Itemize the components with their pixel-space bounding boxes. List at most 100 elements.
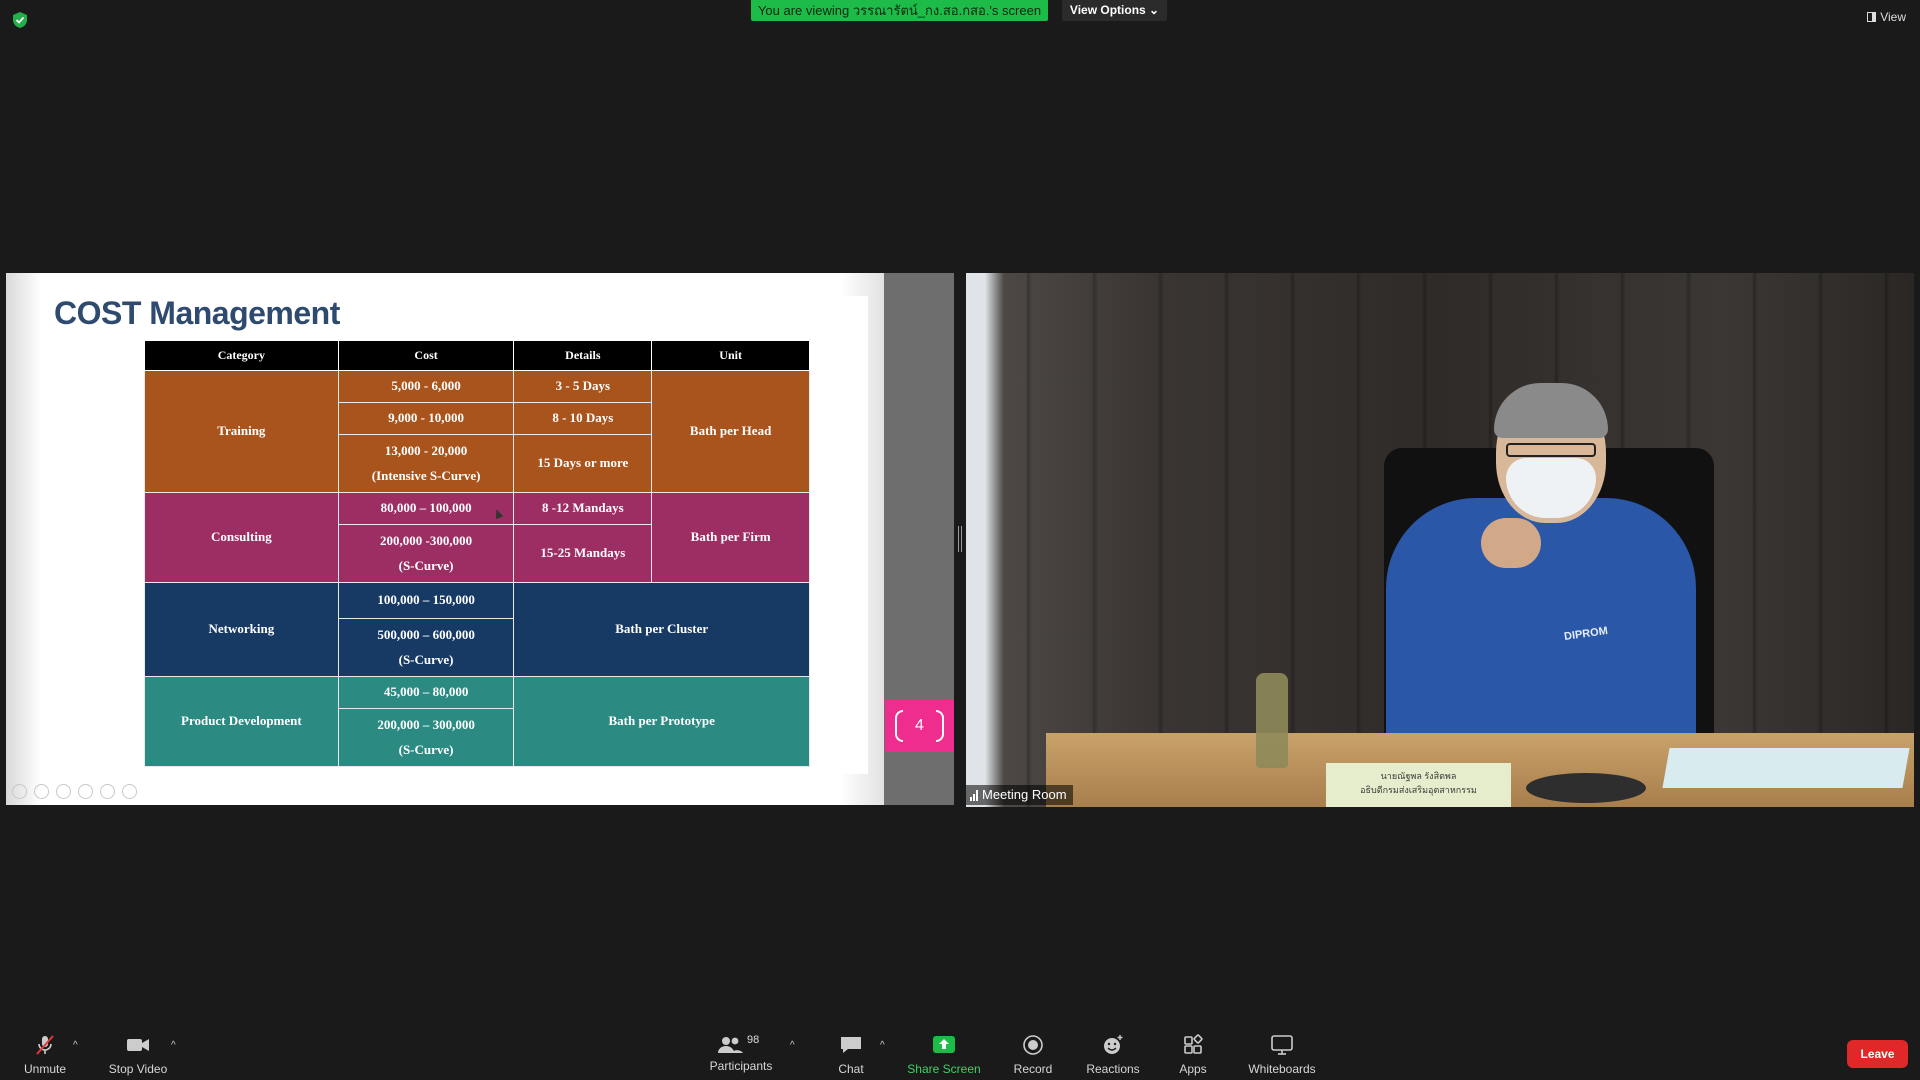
leave-button[interactable]: Leave <box>1847 1040 1908 1068</box>
muted-microphone-icon <box>36 1035 54 1055</box>
cost-note: (S-Curve) <box>398 557 454 573</box>
participants-options-chevron-icon[interactable]: ^ <box>790 1040 800 1051</box>
view-button[interactable]: View <box>1867 10 1906 24</box>
slides-grid-icon[interactable] <box>78 784 93 799</box>
header-details: Details <box>513 340 653 371</box>
name-plate-line1: นายณัฐพล รังสิตพล <box>1380 771 1457 781</box>
unit-networking: Bath per Cluster <box>513 582 810 677</box>
chat-label: Chat <box>838 1062 864 1076</box>
apps-icon <box>1184 1034 1203 1054</box>
chat-bubble-icon <box>841 1037 861 1053</box>
whiteboards-label: Whiteboards <box>1248 1062 1316 1076</box>
bottle <box>1256 673 1288 768</box>
cost-note: (S-Curve) <box>398 651 454 667</box>
view-button-label: View <box>1880 10 1906 24</box>
stop-video-button[interactable]: Stop Video <box>93 1034 183 1076</box>
chat-options-chevron-icon[interactable]: ^ <box>880 1040 890 1051</box>
details-cell: 3 - 5 Days <box>513 370 653 403</box>
whiteboards-button[interactable]: Whiteboards <box>1237 1034 1327 1076</box>
details-cell: 8 -12 Mandays <box>513 492 653 525</box>
unmute-label: Unmute <box>23 1062 67 1076</box>
cost-value: 500,000 – 600,000 <box>377 626 475 642</box>
participant-name: Meeting Room <box>982 787 1067 802</box>
participants-label: Participants <box>709 1059 773 1073</box>
signal-strength-icon <box>970 789 978 801</box>
microphone-base <box>1526 773 1646 803</box>
unit-training: Bath per Head <box>651 370 810 493</box>
more-options-icon[interactable] <box>122 784 137 799</box>
share-screen-icon <box>933 1036 955 1053</box>
cost-note: (Intensive S-Curve) <box>371 467 481 483</box>
slide-title: COST Management <box>54 295 340 331</box>
participants-button[interactable]: 98 Participants <box>696 1034 786 1073</box>
video-options-chevron-icon[interactable]: ^ <box>171 1040 181 1051</box>
prev-slide-icon[interactable] <box>12 784 27 799</box>
presentation-slide: COST Management Category Cost Details Un… <box>6 273 884 805</box>
security-shield-icon[interactable] <box>12 11 28 29</box>
header-unit: Unit <box>651 340 810 371</box>
cost-cell: 200,000 -300,000 (S-Curve) <box>337 524 515 583</box>
reactions-smiley-icon <box>1104 1035 1123 1054</box>
cost-cell: 9,000 - 10,000 <box>337 402 515 435</box>
category-training: Training <box>144 370 339 493</box>
view-layout-icon <box>1867 12 1877 22</box>
participants-count: 98 <box>747 1034 760 1046</box>
bracket-right-icon <box>936 710 944 742</box>
shared-screen[interactable]: COST Management Category Cost Details Un… <box>6 273 954 805</box>
table-row: Consulting 80,000 – 100,000 8 -12 Manday… <box>144 492 810 583</box>
details-cell: 8 - 10 Days <box>513 402 653 435</box>
pen-icon[interactable] <box>56 784 71 799</box>
apps-button[interactable]: Apps <box>1148 1034 1238 1076</box>
details-cell: 15 Days or more <box>513 434 653 493</box>
cost-note: (S-Curve) <box>398 741 454 757</box>
video-tile-label: Meeting Room <box>966 785 1073 805</box>
stop-video-label: Stop Video <box>108 1062 168 1076</box>
speaker-body <box>1386 498 1696 748</box>
cost-value: 13,000 - 20,000 <box>384 442 468 458</box>
unit-consulting: Bath per Firm <box>651 492 810 583</box>
slide-nav-toolbar <box>12 784 137 799</box>
header-category: Category <box>144 340 339 371</box>
name-plate: นายณัฐพล รังสิตพล อธิบดีกรมส่งเสริมอุตสา… <box>1326 763 1511 807</box>
slide-page-number: 4 <box>915 717 924 734</box>
viewing-screen-banner: You are viewing วรรณารัตน์_กง.สอ.กสอ.'s … <box>751 0 1048 21</box>
reactions-label: Reactions <box>1086 1062 1140 1076</box>
record-label: Record <box>1013 1062 1053 1076</box>
name-plate-line2: อธิบดีกรมส่งเสริมอุตสาหกรรม <box>1360 785 1477 795</box>
cost-cell: 45,000 – 80,000 <box>337 676 515 709</box>
video-camera-icon <box>127 1039 149 1051</box>
divider-drag-handle-icon[interactable] <box>958 526 962 552</box>
record-icon <box>1023 1035 1043 1055</box>
header-cost: Cost <box>337 340 515 371</box>
table-row: Training 5,000 - 6,000 3 - 5 Days Bath p… <box>144 370 810 493</box>
share-screen-label: Share Screen <box>907 1062 981 1076</box>
table-row: Networking 100,000 – 150,000 Bath per Cl… <box>144 582 810 677</box>
next-slide-icon[interactable] <box>34 784 49 799</box>
share-screen-button[interactable]: Share Screen <box>899 1034 989 1076</box>
category-consulting: Consulting <box>144 492 339 583</box>
details-cell: 15-25 Mandays <box>513 524 653 583</box>
category-product-development: Product Development <box>144 676 339 767</box>
reactions-button[interactable]: Reactions <box>1068 1034 1158 1076</box>
cost-table: Category Cost Details Unit Training 5,00… <box>144 340 810 767</box>
slide-page-badge: 4 <box>885 700 954 752</box>
zoom-meeting-window: You are viewing วรรณารัตน์_กง.สอ.กสอ.'s … <box>0 0 1920 1080</box>
table-row: Product Development 45,000 – 80,000 Bath… <box>144 676 810 767</box>
zoom-icon[interactable] <box>100 784 115 799</box>
bracket-left-icon <box>895 710 903 742</box>
category-networking: Networking <box>144 582 339 677</box>
audio-options-chevron-icon[interactable]: ^ <box>73 1040 83 1051</box>
view-options-button[interactable]: View Options ⌄ <box>1062 0 1167 21</box>
cost-value: 200,000 – 300,000 <box>377 716 475 732</box>
cost-cell: 200,000 – 300,000 (S-Curve) <box>337 708 515 767</box>
cost-value: 200,000 -300,000 <box>380 532 473 548</box>
cost-cell: 100,000 – 150,000 <box>337 582 515 619</box>
cost-cell: 500,000 – 600,000 (S-Curve) <box>337 618 515 677</box>
unit-product-development: Bath per Prototype <box>513 676 810 767</box>
cost-cell: 13,000 - 20,000 (Intensive S-Curve) <box>337 434 515 493</box>
cost-cell: 5,000 - 6,000 <box>337 370 515 403</box>
record-button[interactable]: Record <box>988 1034 1078 1076</box>
participants-icon <box>718 1037 743 1053</box>
whiteboard-icon <box>1271 1035 1293 1055</box>
participant-video-tile[interactable]: นายณัฐพล รังสิตพล อธิบดีกรมส่งเสริมอุตสา… <box>966 273 1914 807</box>
